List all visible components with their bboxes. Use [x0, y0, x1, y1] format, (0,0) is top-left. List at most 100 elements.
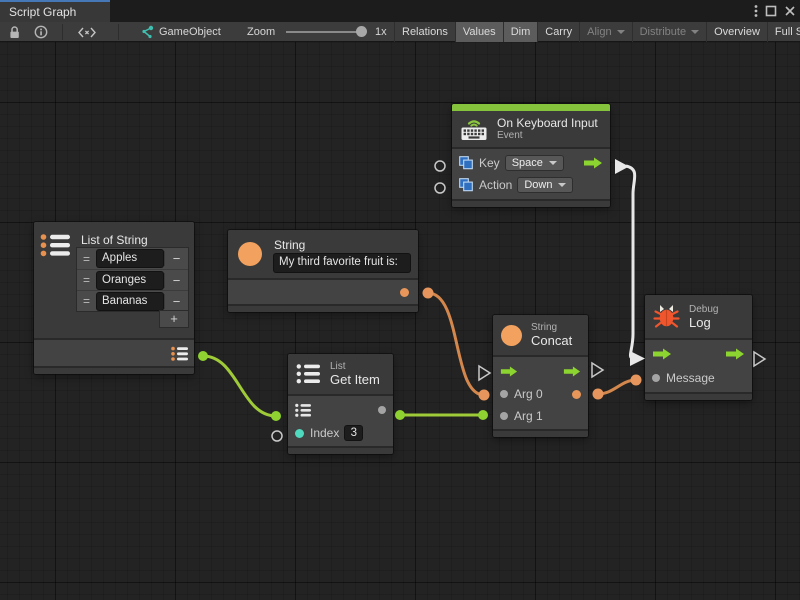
- drag-handle[interactable]: =: [77, 294, 96, 308]
- value-port-out-concat[interactable]: [593, 389, 604, 400]
- unconnected-port-index[interactable]: [272, 431, 282, 441]
- drag-handle[interactable]: =: [77, 252, 96, 266]
- remove-item-button[interactable]: −: [164, 273, 188, 288]
- key-label: Key: [479, 156, 500, 170]
- wire-getitem-to-concat[interactable]: [395, 410, 488, 420]
- value-port-out-list[interactable]: [198, 351, 208, 361]
- maximize-icon[interactable]: [765, 5, 777, 17]
- list-item-row: = Apples −: [77, 248, 188, 269]
- action-dropdown[interactable]: Down: [518, 178, 572, 192]
- node-on-keyboard-input[interactable]: On Keyboard Input Event Key Space: [452, 104, 610, 207]
- list-input-port-icon[interactable]: [295, 403, 312, 418]
- unconnected-flow-in-concat[interactable]: [479, 366, 490, 380]
- fullscreen-button[interactable]: Full Screen: [767, 22, 800, 42]
- close-icon[interactable]: [784, 5, 796, 17]
- index-field[interactable]: 3: [345, 426, 362, 440]
- list-item-field[interactable]: Apples: [97, 250, 163, 267]
- wire-list-to-getitem[interactable]: [198, 351, 281, 421]
- unconnected-port-key[interactable]: [435, 161, 445, 171]
- gameobject-selector[interactable]: GameObject: [159, 22, 221, 42]
- distribute-dropdown[interactable]: Distribute: [632, 22, 706, 42]
- node-concat[interactable]: String Concat Arg 0: [493, 315, 588, 437]
- wire-string-to-concat[interactable]: [423, 288, 490, 401]
- node-list-of-string[interactable]: List of String = Apples − = Oranges −: [34, 222, 194, 374]
- message-label: Message: [666, 371, 715, 385]
- zoom-label: Zoom: [247, 22, 275, 42]
- list-output-port-icon[interactable]: [171, 346, 189, 362]
- flow-in-arrow-icon[interactable]: [500, 366, 518, 377]
- list-item-field[interactable]: Oranges: [97, 272, 163, 289]
- value-port-in-concat-arg1[interactable]: [478, 410, 488, 420]
- value-port-in-concat-arg0[interactable]: [479, 390, 490, 401]
- chevron-down-icon: [617, 30, 625, 34]
- flow-port-in-log[interactable]: [630, 351, 645, 366]
- kebab-menu-icon[interactable]: [754, 4, 758, 18]
- string-output-port[interactable]: [400, 288, 409, 297]
- chevron-down-icon: [549, 161, 557, 165]
- node-string-literal[interactable]: String My third favorite fruit is:: [228, 230, 418, 312]
- carry-button[interactable]: Carry: [537, 22, 579, 42]
- item-output-port[interactable]: [378, 406, 386, 414]
- arg1-label: Arg 1: [514, 409, 543, 423]
- wire-keyboard-to-log[interactable]: [615, 159, 645, 366]
- align-label: Align: [587, 23, 611, 42]
- graph-toolbar: GameObject Zoom 1x Relations Values Dim …: [0, 22, 800, 42]
- relations-button[interactable]: Relations: [394, 22, 455, 42]
- list-item-field[interactable]: Bananas: [97, 293, 163, 310]
- value-port-out-getitem[interactable]: [395, 410, 405, 420]
- list-icon: [296, 363, 321, 385]
- values-button[interactable]: Values: [455, 22, 503, 42]
- align-dropdown[interactable]: Align: [579, 22, 631, 42]
- remove-item-button[interactable]: −: [164, 294, 188, 309]
- keycode-icon: [459, 178, 473, 192]
- flow-port-out-keyboard[interactable]: [615, 159, 629, 174]
- bug-icon: [653, 303, 680, 330]
- wire-concat-to-log[interactable]: [593, 375, 642, 400]
- value-port-out-string[interactable]: [423, 288, 434, 299]
- node-title: String: [274, 238, 410, 252]
- node-title: Get Item: [330, 372, 380, 387]
- result-output-port[interactable]: [572, 390, 581, 399]
- node-footer: [288, 446, 393, 454]
- key-dropdown[interactable]: Space: [506, 156, 563, 170]
- node-get-item[interactable]: List Get Item Index 3: [288, 354, 393, 454]
- chevron-down-icon: [691, 30, 699, 34]
- code-view-icon[interactable]: [77, 22, 97, 42]
- string-value-field[interactable]: My third favorite fruit is:: [274, 254, 410, 272]
- flow-out-arrow-icon[interactable]: [583, 157, 603, 169]
- flow-out-arrow-icon[interactable]: [725, 348, 745, 360]
- flow-out-arrow-icon[interactable]: [563, 366, 581, 377]
- node-footer: [452, 199, 610, 207]
- zoom-slider[interactable]: [286, 31, 366, 33]
- zoom-slider-handle[interactable]: [356, 26, 367, 37]
- node-title: List of String: [81, 233, 148, 247]
- graph-canvas[interactable]: On Keyboard Input Event Key Space: [0, 42, 800, 600]
- action-label: Action: [479, 178, 512, 192]
- arg0-input-port[interactable]: [500, 390, 508, 398]
- zoom-value: 1x: [375, 22, 387, 42]
- arg0-label: Arg 0: [514, 387, 543, 401]
- dim-button[interactable]: Dim: [503, 22, 538, 42]
- node-footer: [228, 304, 418, 312]
- index-input-port[interactable]: [295, 429, 304, 438]
- node-footer: [34, 366, 194, 374]
- message-input-port[interactable]: [652, 374, 660, 382]
- info-icon[interactable]: [34, 22, 48, 42]
- drag-handle[interactable]: =: [77, 273, 96, 287]
- lock-icon[interactable]: [8, 22, 21, 42]
- unconnected-port-action[interactable]: [435, 183, 445, 193]
- gameobject-icon: [140, 22, 154, 42]
- value-port-in-log-message[interactable]: [631, 375, 642, 386]
- chevron-down-icon: [558, 183, 566, 187]
- string-type-icon: [501, 325, 522, 346]
- arg1-input-port[interactable]: [500, 412, 508, 420]
- node-debug-log[interactable]: Debug Log Message: [645, 295, 752, 400]
- overview-button[interactable]: Overview: [706, 22, 767, 42]
- unconnected-flow-out-concat[interactable]: [592, 363, 603, 377]
- add-item-button[interactable]: +: [160, 311, 188, 327]
- flow-in-arrow-icon[interactable]: [652, 348, 672, 360]
- value-port-in-getitem-list[interactable]: [271, 411, 281, 421]
- remove-item-button[interactable]: −: [164, 251, 188, 266]
- unconnected-flow-out-log[interactable]: [754, 352, 765, 366]
- tab-script-graph[interactable]: Script Graph: [0, 0, 110, 22]
